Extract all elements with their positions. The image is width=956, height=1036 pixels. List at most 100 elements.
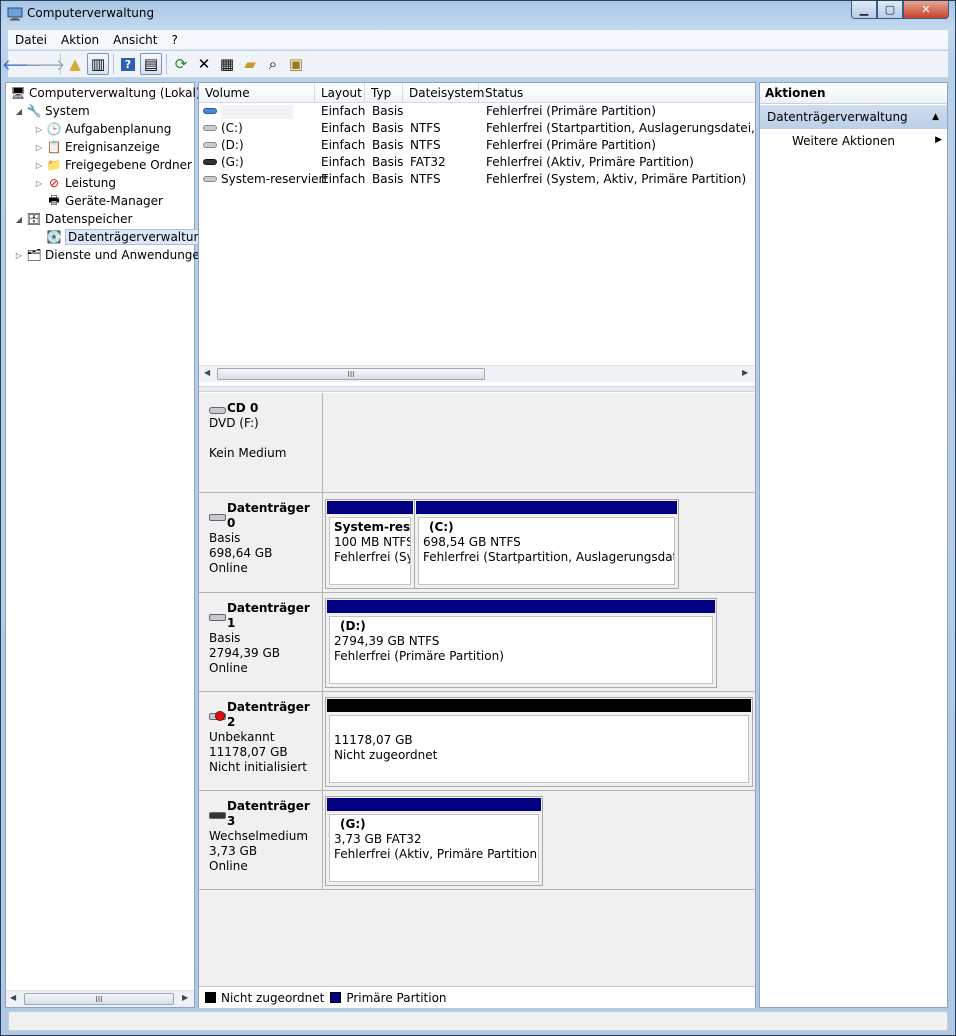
action-weitere-aktionen[interactable]: Weitere Aktionen ▶ [792,134,942,148]
disk-row-cd0[interactable]: CD 0 DVD (F:) Kein Medium [199,393,755,493]
partition-title: System-reser [334,520,411,534]
menu-ansicht[interactable]: Ansicht [106,33,164,47]
status-bar [8,1011,948,1031]
volume-name: (G:) [221,155,244,169]
scroll-thumb[interactable]: III [24,993,174,1005]
column-header-dateisystem[interactable]: Dateisystem [403,83,484,103]
help-icon[interactable]: ? [117,53,139,75]
maximize-button[interactable]: ▢ [877,1,903,19]
disk-name: Datenträger 2 [226,700,310,729]
open-icon[interactable]: ▰ [239,53,261,75]
tree-item-dienste-und-anwendungen[interactable]: ▷ 🗂 Dienste und Anwendungen [14,246,208,264]
menu-help[interactable]: ? [164,33,184,47]
tree-item-computerverwaltung[interactable]: 🖥 Computerverwaltung (Lokal) [10,84,200,102]
volume-layout: Einfach [321,155,366,169]
export-icon[interactable]: ▣ [285,53,307,75]
scroll-left-icon[interactable]: ◀ [204,368,210,377]
scroll-thumb[interactable]: III [217,368,485,380]
expanded-arrow-icon[interactable]: ◢ [14,215,24,224]
partition-g[interactable]: (G:) 3,73 GB FAT32 Fehlerfrei (Aktiv, Pr… [325,796,543,886]
disk-row-0[interactable]: Datenträger 0 Basis 698,64 GB Online Sys… [199,493,755,593]
forward-arrow-icon[interactable]: 🡒 [25,53,65,75]
partition-color-band [327,699,751,712]
partition-title: (G:) [340,817,366,831]
disk-row-2[interactable]: Datenträger 2 Unbekannt 11178,07 GB Nich… [199,692,755,791]
up-folder-icon[interactable]: ▲ [64,53,86,75]
tree-horizontal-scrollbar[interactable]: ◀ III ▶ [6,990,194,1007]
volume-disk-icon [203,107,217,114]
volume-layout: Einfach [321,121,366,135]
tree-item-freigegebene-ordner[interactable]: ▷ 📁 Freigegebene Ordner [34,156,192,174]
partition-size: 100 MB NTFS [334,535,411,549]
disk-name: Datenträger 3 [226,799,310,828]
action-label: Weitere Aktionen [792,134,895,148]
tree-item-datenspeicher[interactable]: ◢ 🗄 Datenspeicher [14,210,132,228]
volume-typ: Basis [372,121,404,135]
partition-status: Fehlerfrei (Sys [334,550,410,564]
table-row[interactable]: Einfach Basis Fehlerfrei (Primäre Partit… [199,103,755,120]
tree-item-leistung[interactable]: ▷ ⊘ Leistung [34,174,116,192]
submenu-arrow-icon: ▶ [935,135,942,145]
disk-management-icon: 💽 [46,230,62,244]
partition-status: Fehlerfrei (Primäre Partition) [334,649,504,663]
tree-item-system[interactable]: ◢ 🔧 System [14,102,90,120]
legend-swatch-unallocated [205,992,216,1003]
computer-management-icon: 🖥 [10,86,26,100]
removable-disk-icon [209,809,226,819]
disk-line: Basis [209,531,241,545]
actions-pane: Aktionen Datenträgerverwaltung ▲ Weitere… [759,82,948,1008]
actions-section-header[interactable]: Datenträgerverwaltung ▲ [760,105,947,129]
collapsed-arrow-icon[interactable]: ▷ [34,125,44,134]
table-row[interactable]: (G:) Einfach Basis FAT32 Fehlerfrei (Akt… [199,154,755,171]
show-hide-tree-icon[interactable]: ▥ [87,53,109,75]
volume-status: Fehlerfrei (Startpartition, Auslagerungs… [486,121,755,135]
pane-splitter[interactable] [199,386,755,392]
collapsed-arrow-icon[interactable]: ▷ [34,179,44,188]
column-header-layout[interactable]: Layout [315,83,365,103]
tree-item-datentraegerverwaltung[interactable]: 💽 Datenträgerverwaltung [46,228,212,246]
scroll-left-icon[interactable]: ◀ [10,993,16,1002]
collapse-up-icon[interactable]: ▲ [932,112,939,122]
disk-info: Datenträger 1 Basis 2794,39 GB Online [199,593,323,691]
table-row[interactable]: System-reserviert Einfach Basis NTFS Feh… [199,171,755,188]
volume-typ: Basis [372,155,404,169]
column-header-typ[interactable]: Typ [365,83,403,103]
table-row[interactable]: (C:) Einfach Basis NTFS Fehlerfrei (Star… [199,120,755,137]
menu-aktion[interactable]: Aktion [54,33,106,47]
tree-item-ereignisanzeige[interactable]: ▷ 📋 Ereignisanzeige [34,138,160,156]
close-button[interactable]: ✕ [903,1,949,19]
scroll-right-icon[interactable]: ▶ [182,993,188,1002]
volume-disk-icon [203,124,217,131]
event-viewer-icon: 📋 [46,140,62,154]
partition-c[interactable]: (C:) 698,54 GB NTFS Fehlerfrei (Startpar… [414,499,679,589]
collapsed-arrow-icon[interactable]: ▷ [14,251,24,260]
delete-icon[interactable]: ✕ [193,53,215,75]
column-header-volume[interactable]: Volume [199,83,315,103]
disk-line: 698,64 GB [209,546,273,560]
expanded-arrow-icon[interactable]: ◢ [14,107,24,116]
disk-row-1[interactable]: Datenträger 1 Basis 2794,39 GB Online (D… [199,593,755,692]
show-hide-action-pane-icon[interactable]: ▤ [140,53,162,75]
disk-info: Datenträger 2 Unbekannt 11178,07 GB Nich… [199,692,323,790]
volume-list-horizontal-scrollbar[interactable]: ◀ III ▶ [199,365,755,382]
disk-row-3[interactable]: Datenträger 3 Wechselmedium 3,73 GB Onli… [199,791,755,890]
scroll-right-icon[interactable]: ▶ [742,368,748,377]
refresh-icon[interactable]: ⟳ [170,53,192,75]
partition-d[interactable]: (D:) 2794,39 GB NTFS Fehlerfrei (Primäre… [325,598,717,688]
partition-system-reserviert[interactable]: System-reser 100 MB NTFS Fehlerfrei (Sys [325,499,415,589]
legend-swatch-primary [330,992,342,1003]
partition-unallocated[interactable]: 11178,07 GB Nicht zugeordnet [325,697,753,787]
column-header-status[interactable]: Status [479,83,755,103]
minimize-button[interactable]: ▁ [851,1,877,19]
partition-title: (C:) [429,520,454,534]
tree-item-aufgabenplanung[interactable]: ▷ 🕒 Aufgabenplanung [34,120,171,138]
properties-icon[interactable]: ▦ [216,53,238,75]
collapsed-arrow-icon[interactable]: ▷ [34,161,44,170]
menu-datei[interactable]: Datei [8,33,54,47]
tree-item-geraete-manager[interactable]: 🖶 Geräte-Manager [46,192,163,210]
partition-color-band [416,501,677,514]
search-icon[interactable]: ⌕ [262,53,284,75]
table-row[interactable]: (D:) Einfach Basis NTFS Fehlerfrei (Prim… [199,137,755,154]
actions-section-label: Datenträgerverwaltung [767,110,908,124]
collapsed-arrow-icon[interactable]: ▷ [34,143,44,152]
